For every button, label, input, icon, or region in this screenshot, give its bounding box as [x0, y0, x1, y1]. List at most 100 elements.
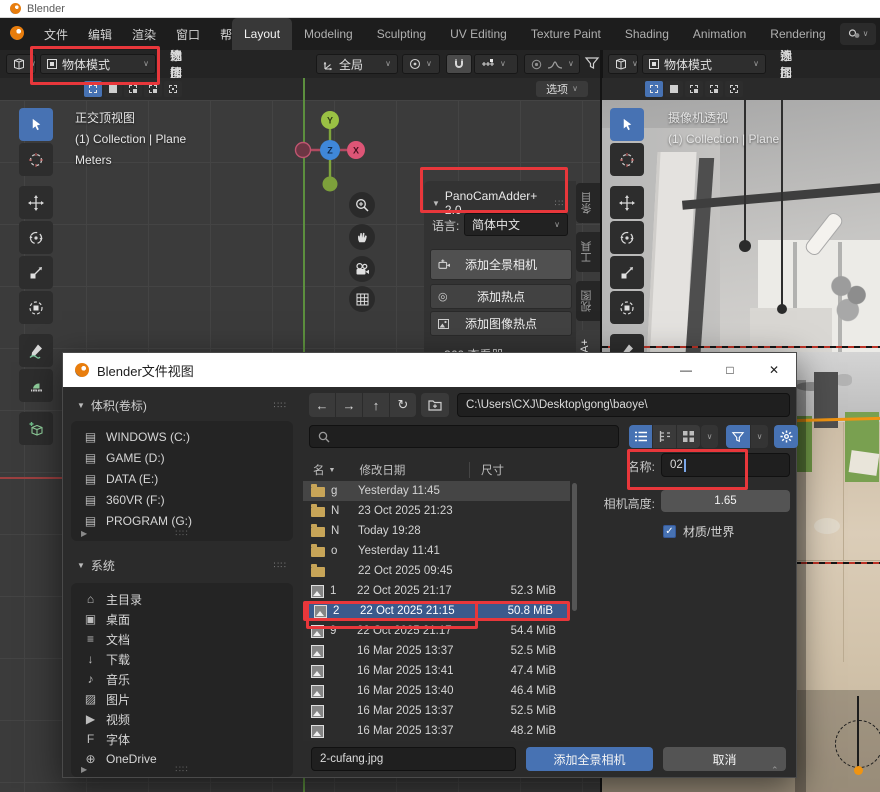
cancel-button[interactable]: 取消 [663, 747, 786, 771]
system-item[interactable]: ▣ 桌面 [71, 609, 293, 629]
search-input[interactable] [309, 425, 619, 448]
add-cube-tool[interactable] [19, 412, 53, 445]
editor-type-button[interactable]: ∨ [6, 54, 36, 74]
workspace-tab[interactable]: Rendering [758, 18, 837, 50]
back-button[interactable]: ← [309, 393, 335, 417]
file-row[interactable]: 16 Mar 2025 13:40 46.4 MiB [303, 681, 570, 701]
select-mode-box[interactable] [665, 81, 683, 97]
filter-button[interactable] [726, 425, 750, 448]
rotate-tool[interactable] [610, 221, 644, 254]
pivot-dropdown[interactable]: ∨ [402, 54, 440, 74]
accept-button[interactable]: 添加全景相机 [526, 747, 653, 771]
menu-item[interactable]: 窗口 [166, 18, 210, 50]
expand-icon[interactable]: ▶ [81, 765, 87, 774]
select-mode-extend[interactable] [725, 81, 743, 97]
name-input[interactable]: 02 [661, 453, 790, 477]
view-details-button[interactable] [653, 425, 676, 448]
system-item[interactable]: ▶ 视频 [71, 709, 293, 729]
file-row[interactable]: 16 Mar 2025 13:37 52.5 MiB [303, 641, 570, 661]
file-row[interactable]: o Yesterday 11:41 [303, 541, 570, 561]
select-mode-lasso[interactable] [705, 81, 723, 97]
volumes-section-header[interactable]: ▼体积(卷标) ∷∷ [77, 397, 287, 414]
mode-dropdown[interactable]: 物体模式 ∨ [40, 54, 156, 74]
cursor-tool[interactable] [610, 143, 644, 176]
add-image-hotspot-button[interactable]: 添加图像热点 [430, 311, 572, 336]
transform-tool[interactable] [610, 291, 644, 324]
close-button[interactable]: ✕ [752, 353, 796, 387]
sidebar-tab[interactable]: 条目 [576, 183, 600, 223]
workspace-tab[interactable]: Layout [232, 18, 292, 50]
measure-tool[interactable] [19, 369, 53, 402]
file-row[interactable]: 1 22 Oct 2025 21:17 52.3 MiB [303, 581, 570, 601]
system-item[interactable]: ▨ 图片 [71, 689, 293, 709]
workspace-tab[interactable]: Modeling [292, 18, 365, 50]
workspace-tab[interactable]: UV Editing [438, 18, 519, 50]
select-mode-tweak[interactable] [645, 81, 663, 97]
menu-item[interactable]: 文件 [34, 18, 78, 50]
proportional-edit-group[interactable]: ∨ [524, 54, 580, 74]
language-dropdown[interactable]: 简体中文∨ [464, 213, 568, 236]
panel-drag-dots[interactable]: ∷∷ [555, 198, 568, 209]
file-row[interactable]: N 23 Oct 2025 21:23 [303, 501, 570, 521]
file-row[interactable]: 16 Mar 2025 13:41 47.4 MiB [303, 661, 570, 681]
file-row[interactable]: g Yesterday 11:45 [303, 481, 570, 501]
axis-gizmo[interactable]: Y X Z [292, 108, 368, 199]
select-mode-lasso[interactable] [144, 81, 162, 97]
system-item[interactable]: F 字体 [71, 729, 293, 749]
material-world-checkbox[interactable]: ✓ [663, 525, 676, 538]
up-button[interactable]: ↑ [363, 393, 389, 417]
file-row[interactable]: 16 Mar 2025 13:37 52.5 MiB [303, 701, 570, 721]
file-row[interactable]: 16 Mar 2025 13:37 48.2 MiB [303, 721, 570, 741]
orientation-dropdown[interactable]: 全局 ∨ [316, 54, 398, 74]
volume-item[interactable]: ▤ 360VR (F:) [71, 489, 293, 510]
more-indicator-icon[interactable]: ⌃ [771, 765, 779, 776]
select-mode-tweak[interactable] [84, 81, 102, 97]
volume-item[interactable]: ▤ WINDOWS (C:) [71, 426, 293, 447]
workspace-tab[interactable]: Sculpting [365, 18, 438, 50]
transform-tool[interactable] [19, 291, 53, 324]
filename-input[interactable]: 2-cufang.jpg [311, 747, 516, 771]
blender-menu-icon[interactable] [0, 26, 34, 43]
select-mode-circle[interactable] [685, 81, 703, 97]
file-row[interactable]: 9 22 Oct 2025 21:17 54.4 MiB [303, 621, 570, 641]
camera-height-slider[interactable]: 1.65 [661, 490, 790, 512]
resize-dots[interactable]: ∷∷ [175, 528, 188, 539]
ortho-toggle-button[interactable] [349, 286, 375, 312]
menu-item[interactable]: 编辑 [78, 18, 122, 50]
view-thumbnails-button[interactable] [677, 425, 700, 448]
viewport-menu-item[interactable]: 物体 [162, 50, 190, 78]
expand-icon[interactable]: ▶ [81, 529, 87, 538]
volume-item[interactable]: ▤ GAME (D:) [71, 447, 293, 468]
annotate-tool[interactable] [19, 334, 53, 367]
column-size[interactable]: 尺寸 [481, 462, 504, 478]
column-name[interactable]: 名 [303, 462, 325, 478]
view-list-button[interactable] [629, 425, 652, 448]
system-section-header[interactable]: ▼系统 ∷∷ [77, 557, 287, 574]
file-row[interactable]: N Today 19:28 [303, 521, 570, 541]
move-tool[interactable] [19, 186, 53, 219]
settings-gear-button[interactable] [774, 425, 798, 448]
select-tool[interactable] [610, 108, 644, 141]
maximize-button[interactable]: □ [708, 353, 752, 387]
file-list-scrollbar[interactable] [572, 483, 577, 611]
move-tool[interactable] [610, 186, 644, 219]
workspace-tab[interactable]: Animation [681, 18, 758, 50]
add-pano-camera-button[interactable]: 添加全景相机 [430, 249, 572, 280]
select-mode-box[interactable] [104, 81, 122, 97]
minimize-button[interactable]: — [664, 353, 708, 387]
filter-visibility-icon[interactable] [585, 56, 599, 73]
pan-gizmo-button[interactable] [349, 224, 375, 250]
select-mode-extend[interactable] [164, 81, 182, 97]
column-date[interactable]: 修改日期 [359, 462, 405, 478]
refresh-button[interactable]: ↻ [390, 393, 416, 417]
select-mode-circle[interactable] [124, 81, 142, 97]
add-hotspot-button[interactable]: ◎ 添加热点 [430, 284, 572, 309]
workspace-tab[interactable]: Texture Paint [519, 18, 613, 50]
camera-view-button[interactable] [349, 256, 375, 282]
sidebar-tab[interactable]: 视图 [576, 281, 600, 321]
scene-icon[interactable]: ∨ [840, 23, 876, 45]
menu-item[interactable]: 渲染 [122, 18, 166, 50]
forward-button[interactable]: → [336, 393, 362, 417]
scale-tool[interactable] [19, 256, 53, 289]
select-tool[interactable] [19, 108, 53, 141]
